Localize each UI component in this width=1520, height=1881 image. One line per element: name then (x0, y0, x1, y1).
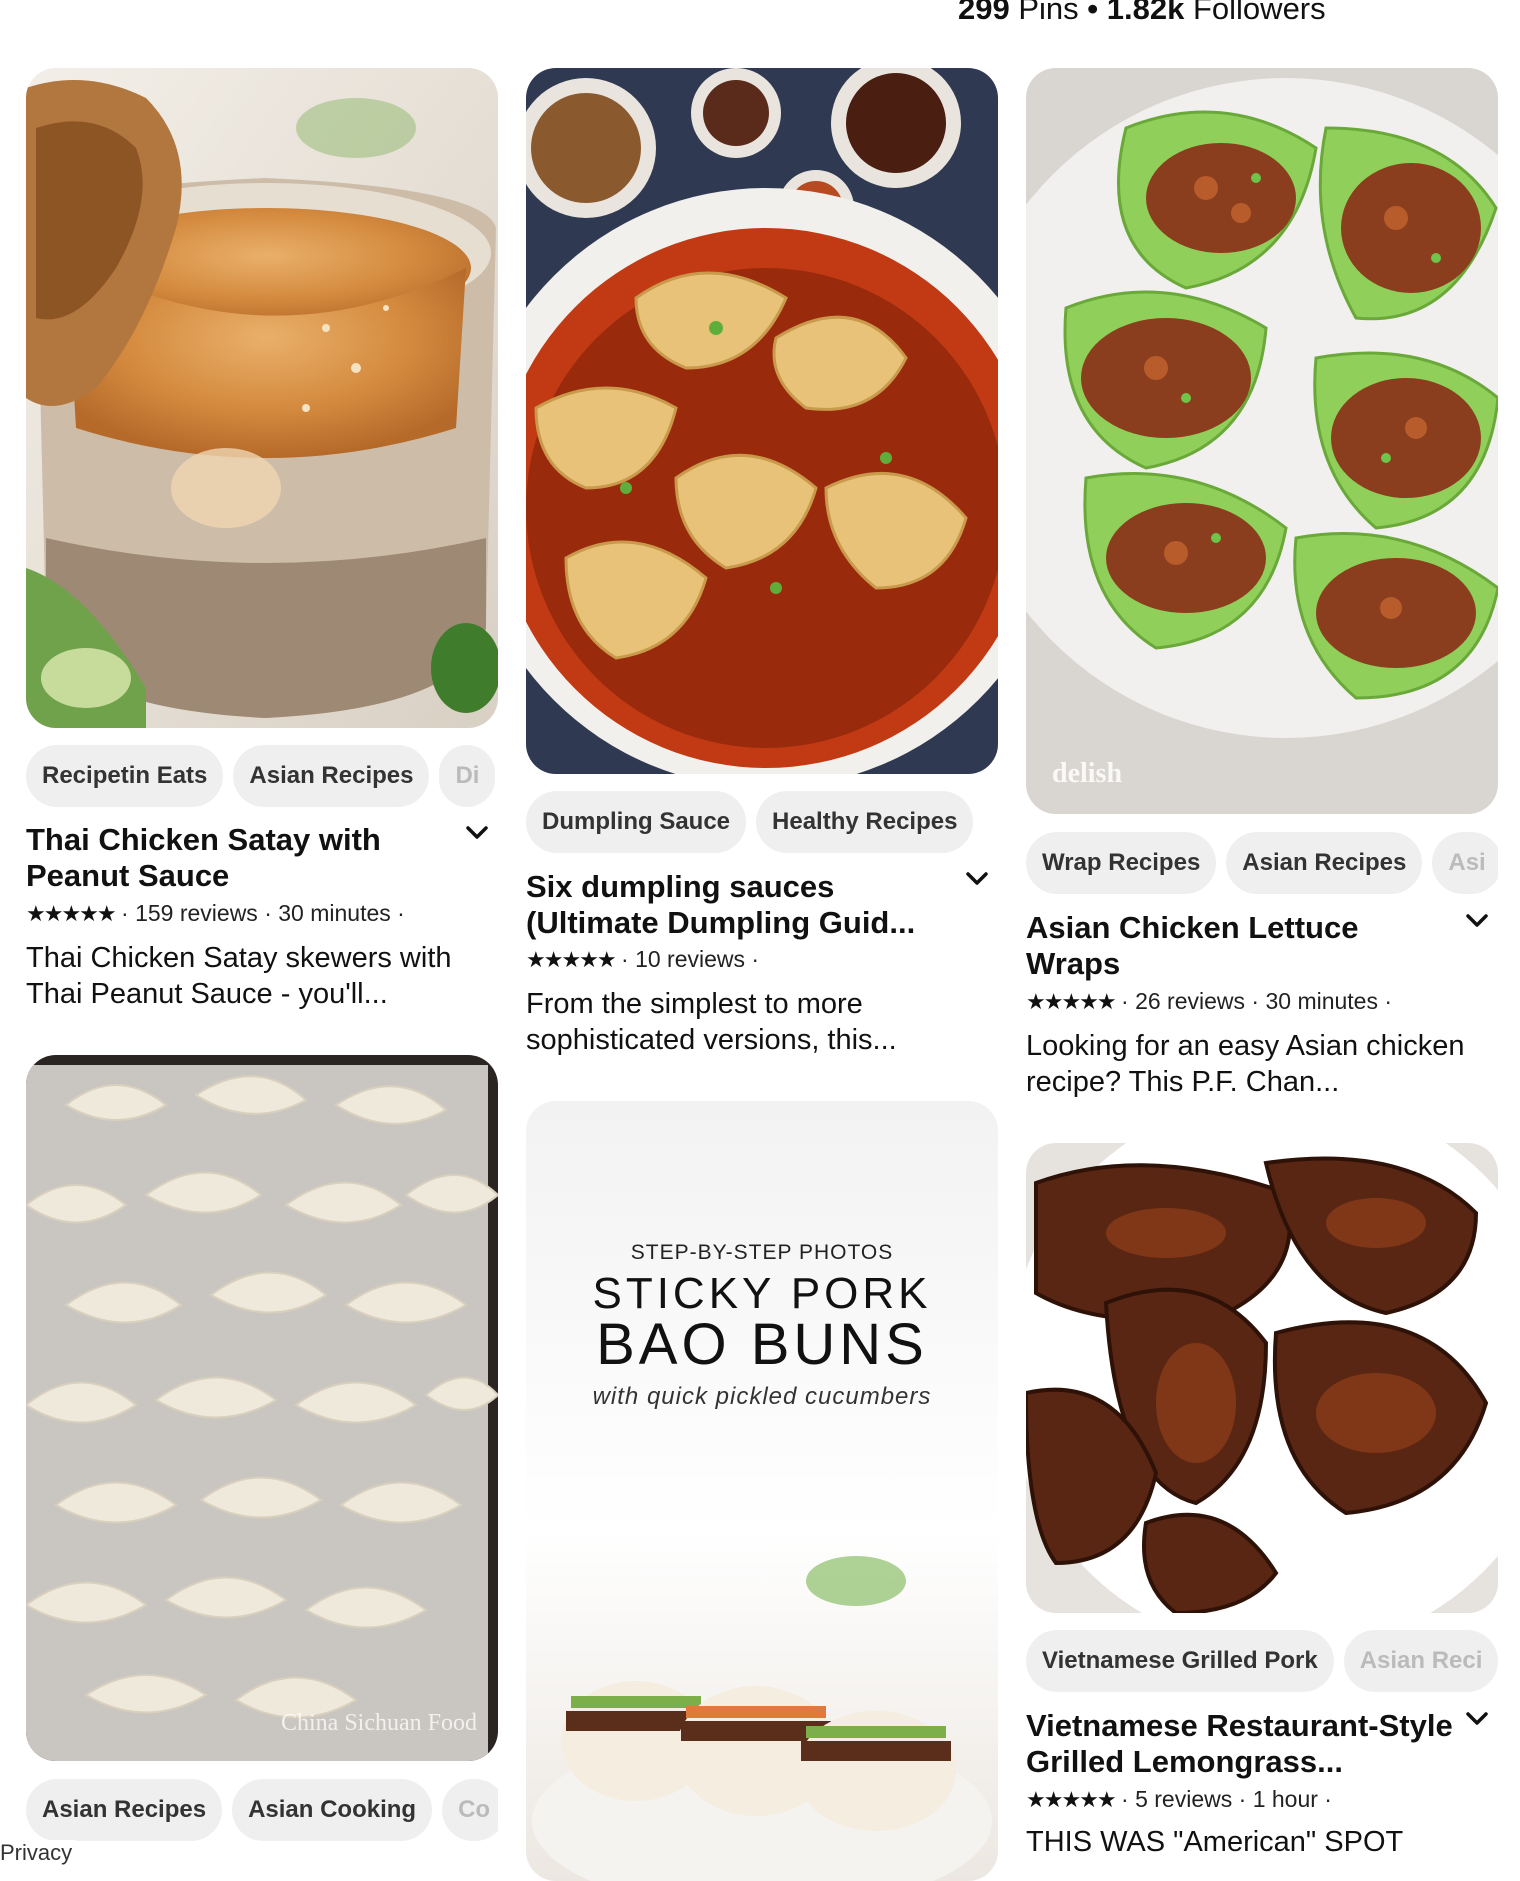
pin-chips-satay: Recipetin Eats Asian Recipes Di (26, 745, 498, 807)
profile-stats: 299 Pins • 1.82k Followers (958, 0, 1326, 28)
pin-chips-lettuce-wraps: Wrap Recipes Asian Recipes Asi (1026, 832, 1498, 894)
review-count: 26 reviews (1135, 988, 1246, 1014)
rating-stars-icon: ★★★★★ (1026, 1787, 1117, 1812)
bao-overlay: STEP-BY-STEP PHOTOS STICKY PORK BAO BUNS… (526, 1241, 998, 1411)
pin-title-dumpling-sauces[interactable]: Six dumpling sauces (Ultimate Dumpling G… (526, 869, 956, 941)
pins-count: 299 (958, 0, 1010, 26)
followers-label: Followers (1192, 0, 1326, 26)
image-watermark: China Sichuan Food (281, 1710, 477, 1736)
chip-wrap-recipes[interactable]: Wrap Recipes (1026, 832, 1217, 894)
chip-recipetin-eats[interactable]: Recipetin Eats (26, 745, 224, 807)
chip-asian-cooking[interactable]: Asian Cooking (232, 1779, 433, 1841)
rating-stars-icon: ★★★★★ (1026, 989, 1117, 1014)
cook-time: 30 minutes (278, 900, 391, 926)
pins-label: Pins (1018, 0, 1079, 26)
pin-description-lettuce-wraps: Looking for an easy Asian chicken recipe… (1026, 1030, 1465, 1098)
review-count: 159 reviews (135, 900, 258, 926)
chevron-down-icon[interactable] (464, 820, 490, 846)
pin-meta-lettuce-wraps: ★★★★★ · 26 reviews · 30 minutes · (1026, 988, 1393, 1014)
pin-meta-grilled-pork: ★★★★★ · 5 reviews · 1 hour · (1026, 1786, 1332, 1812)
cook-time: 1 hour (1252, 1786, 1318, 1812)
chip-dumpling-sauce[interactable]: Dumpling Sauce (526, 791, 747, 853)
chip-asian-recipes[interactable]: Asian Recipes (233, 745, 430, 807)
rating-stars-icon: ★★★★★ (26, 901, 117, 926)
cook-time: 30 minutes (1265, 988, 1378, 1014)
pin-meta-satay: ★★★★★ · 159 reviews · 30 minutes · (26, 900, 405, 926)
pin-description-grilled-pork: THIS WAS "American" SPOT (1026, 1826, 1404, 1858)
pin-title-grilled-pork[interactable]: Vietnamese Restaurant-Style Grilled Lemo… (1026, 1708, 1456, 1780)
chip-asian-recipes[interactable]: Asian Recipes (1226, 832, 1423, 894)
overlay-subtitle: with quick pickled cucumbers (592, 1383, 932, 1410)
pin-image-bao-buns[interactable]: STEP-BY-STEP PHOTOS STICKY PORK BAO BUNS… (526, 1101, 998, 1881)
chip-more[interactable]: Co (442, 1779, 498, 1841)
review-count: 5 reviews (1135, 1786, 1233, 1812)
overlay-line1: STICKY PORK (592, 1269, 932, 1318)
pin-chips-dumpling-tray: Asian Recipes Asian Cooking Co (26, 1779, 498, 1841)
pin-title-lettuce-wraps[interactable]: Asian Chicken Lettuce Wraps (1026, 910, 1456, 982)
chevron-down-icon[interactable] (964, 866, 990, 892)
pin-image-dumpling-tray[interactable]: China Sichuan Food (26, 1055, 498, 1761)
chip-more[interactable]: Asi (1432, 832, 1498, 894)
pin-description-dumpling-sauces: From the simplest to more sophisticated … (526, 988, 897, 1056)
chevron-down-icon[interactable] (1464, 908, 1490, 934)
pin-image-dumpling-sauces[interactable] (526, 68, 998, 774)
image-watermark: delish (1052, 758, 1123, 789)
chevron-down-icon[interactable] (1464, 1706, 1490, 1732)
chip-more[interactable]: Di (439, 745, 496, 807)
chip-asian-recipes[interactable]: Asian Recipes (26, 1779, 223, 1841)
pin-image-lettuce-wraps[interactable]: delish (1026, 68, 1498, 814)
review-count: 10 reviews (635, 946, 746, 972)
pin-title-satay[interactable]: Thai Chicken Satay with Peanut Sauce (26, 822, 456, 894)
chip-vietnamese-grilled-pork[interactable]: Vietnamese Grilled Pork (1026, 1630, 1334, 1692)
followers-count: 1.82k (1106, 0, 1185, 26)
rating-stars-icon: ★★★★★ (526, 947, 617, 972)
overlay-kicker: STEP-BY-STEP PHOTOS (630, 1241, 894, 1264)
stats-separator: • (1087, 0, 1099, 26)
chip-healthy-recipes[interactable]: Healthy Recipes (756, 791, 974, 853)
pin-chips-dumpling-sauces: Dumpling Sauce Healthy Recipes (526, 791, 998, 853)
pin-image-satay[interactable] (26, 68, 498, 728)
pin-chips-grilled-pork: Vietnamese Grilled Pork Asian Reci (1026, 1630, 1498, 1692)
pin-meta-dumpling-sauces: ★★★★★ · 10 reviews · (526, 946, 760, 972)
privacy-link[interactable]: Privacy (0, 1840, 77, 1866)
pin-description-satay: Thai Chicken Satay skewers with Thai Pea… (26, 942, 452, 1010)
chip-asian-recipes[interactable]: Asian Reci (1343, 1630, 1498, 1692)
pin-image-grilled-pork[interactable] (1026, 1143, 1498, 1613)
overlay-line2: BAO BUNS (596, 1312, 928, 1377)
